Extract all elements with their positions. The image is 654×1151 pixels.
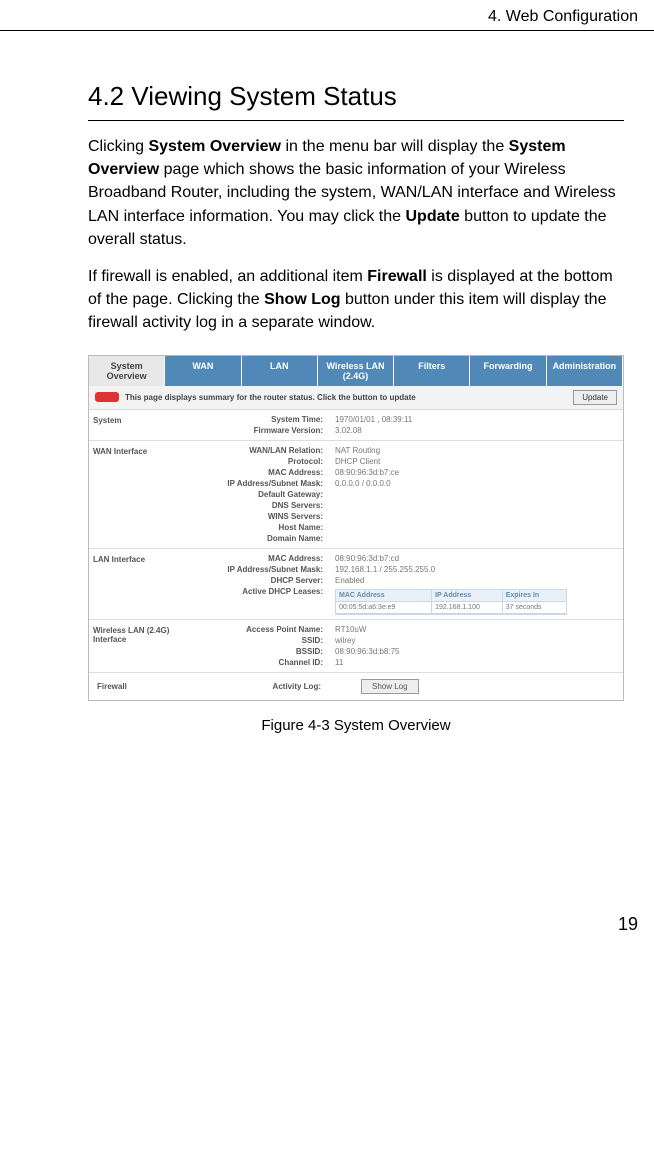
paragraph-2: If firewall is enabled, an additional it… bbox=[88, 265, 624, 335]
tab-wan[interactable]: WAN bbox=[165, 356, 241, 386]
update-button[interactable]: Update bbox=[573, 390, 617, 405]
content-area: 4.2 Viewing System Status Clicking Syste… bbox=[0, 31, 654, 734]
section-firewall: Firewall Activity Log: Show Log bbox=[89, 673, 623, 700]
firewall-label: Firewall bbox=[93, 680, 181, 693]
dhcp-lease-table: MAC Address IP Address Expires In 00:05:… bbox=[335, 589, 567, 615]
summary-bar: This page displays summary for the route… bbox=[89, 386, 623, 410]
page-number: 19 bbox=[0, 914, 654, 955]
tab-filters[interactable]: Filters bbox=[394, 356, 470, 386]
section-system: System System Time: Firmware Version: 19… bbox=[89, 410, 623, 441]
tab-administration[interactable]: Administration bbox=[547, 356, 623, 386]
figure-wrap: System Overview WAN LAN Wireless LAN (2.… bbox=[88, 355, 624, 734]
figure-caption: Figure 4-3 System Overview bbox=[88, 717, 624, 734]
router-screenshot: System Overview WAN LAN Wireless LAN (2.… bbox=[88, 355, 624, 701]
paragraph-1: Clicking System Overview in the menu bar… bbox=[88, 135, 624, 251]
wan-label: WAN Interface bbox=[89, 445, 177, 544]
tab-forwarding[interactable]: Forwarding bbox=[470, 356, 546, 386]
firmware-version-value: 3.02.08 bbox=[335, 425, 617, 436]
tab-wireless-lan[interactable]: Wireless LAN (2.4G) bbox=[318, 356, 394, 386]
page-header: 4. Web Configuration bbox=[0, 0, 654, 31]
brand-logo-icon bbox=[95, 392, 119, 402]
activity-log-label: Activity Log: bbox=[181, 682, 341, 691]
section-lan: LAN Interface MAC Address: IP Address/Su… bbox=[89, 549, 623, 620]
router-tabs: System Overview WAN LAN Wireless LAN (2.… bbox=[89, 356, 623, 386]
section-wlan: Wireless LAN (2.4G) Interface Access Poi… bbox=[89, 620, 623, 673]
lan-label: LAN Interface bbox=[89, 553, 177, 615]
table-row: 00:05:5d:a6:3e:e9 192.168.1.100 37 secon… bbox=[336, 602, 566, 614]
chapter-label: 4. Web Configuration bbox=[488, 8, 638, 25]
show-log-button[interactable]: Show Log bbox=[361, 679, 419, 694]
system-label: System bbox=[89, 414, 177, 436]
section-title: 4.2 Viewing System Status bbox=[88, 81, 624, 121]
tab-lan[interactable]: LAN bbox=[242, 356, 318, 386]
summary-text: This page displays summary for the route… bbox=[125, 393, 416, 402]
section-wan: WAN Interface WAN/LAN Relation: Protocol… bbox=[89, 441, 623, 549]
wlan-label: Wireless LAN (2.4G) Interface bbox=[89, 624, 177, 668]
system-time-value: 1970/01/01 , 08:39:11 bbox=[335, 414, 617, 425]
tab-system-overview[interactable]: System Overview bbox=[89, 356, 165, 386]
